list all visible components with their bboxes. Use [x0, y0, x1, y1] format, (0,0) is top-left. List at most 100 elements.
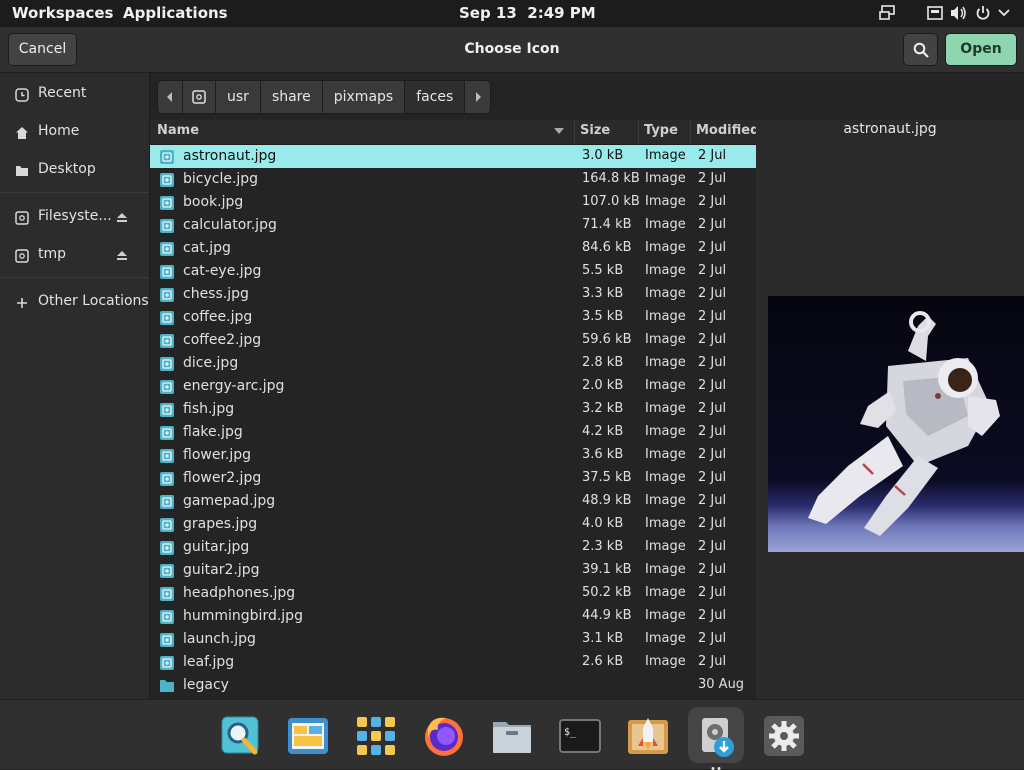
installer-icon [702, 718, 734, 757]
cancel-button[interactable]: Cancel [8, 33, 77, 66]
file-row[interactable]: coffee.jpg 3.5 kB Image 2 Jul [150, 306, 756, 329]
image-file-icon [160, 541, 174, 555]
clock[interactable]: Sep 13 2:49 PM [459, 0, 596, 27]
sidebar-separator [0, 192, 149, 193]
column-header-name[interactable]: Name [157, 123, 199, 138]
file-row[interactable]: launch.jpg 3.1 kB Image 2 Jul [150, 628, 756, 651]
column-header-type[interactable]: Type [644, 123, 678, 138]
search-button[interactable] [903, 33, 938, 66]
image-file-icon [160, 610, 174, 624]
dock-multitasking-app[interactable] [280, 707, 336, 763]
keyboard-icon[interactable] [927, 5, 943, 21]
open-button[interactable]: Open [945, 33, 1017, 66]
sidebar-item-recent[interactable]: Recent [0, 78, 149, 112]
file-size: 50.2 kB [582, 585, 632, 600]
dock-terminal[interactable]: $_ [552, 707, 608, 763]
file-row[interactable]: leaf.jpg 2.6 kB Image 2 Jul [150, 651, 756, 674]
sort-descending-icon[interactable] [554, 128, 564, 135]
path-forward-button[interactable] [465, 80, 492, 114]
file-row[interactable]: bicycle.jpg 164.8 kB Image 2 Jul [150, 168, 756, 191]
dialog-header: Choose Icon Cancel Open [0, 27, 1024, 73]
path-crumb-faces[interactable]: faces [405, 80, 466, 114]
file-name: coffee2.jpg [183, 332, 262, 348]
sidebar-item-other-locations[interactable]: Other Locations [0, 286, 149, 320]
dock-app-launcher[interactable] [620, 707, 676, 763]
sidebar-item-tmp[interactable]: tmp [0, 239, 149, 273]
file-name: flake.jpg [183, 424, 243, 440]
file-modified: 2 Jul [698, 539, 727, 554]
dock-settings[interactable] [756, 707, 812, 763]
sidebar-item-label: Desktop [38, 161, 96, 177]
drive-icon [15, 249, 29, 263]
path-back-button[interactable] [157, 80, 183, 114]
workspaces-button[interactable]: Workspaces [12, 0, 113, 27]
file-row[interactable]: hummingbird.jpg 44.9 kB Image 2 Jul [150, 605, 756, 628]
column-header-size[interactable]: Size [580, 123, 610, 138]
eject-icon[interactable] [116, 212, 128, 223]
dock-files[interactable] [484, 707, 540, 763]
column-separator [690, 120, 691, 144]
file-size: 39.1 kB [582, 562, 632, 577]
file-row[interactable]: guitar2.jpg 39.1 kB Image 2 Jul [150, 559, 756, 582]
file-size: 2.6 kB [582, 654, 624, 669]
path-crumb-share[interactable]: share [260, 80, 323, 114]
dock-installer[interactable] [688, 707, 744, 770]
file-size: 4.2 kB [582, 424, 624, 439]
file-name: grapes.jpg [183, 516, 258, 532]
file-modified: 2 Jul [698, 332, 727, 347]
file-row[interactable]: guitar.jpg 2.3 kB Image 2 Jul [150, 536, 756, 559]
file-name: energy-arc.jpg [183, 378, 285, 394]
file-row[interactable]: grapes.jpg 4.0 kB Image 2 Jul [150, 513, 756, 536]
file-type: Image [645, 263, 686, 278]
file-row[interactable]: coffee2.jpg 59.6 kB Image 2 Jul [150, 329, 756, 352]
image-file-icon [160, 288, 174, 302]
volume-icon[interactable] [950, 5, 968, 21]
file-row[interactable]: fish.jpg 3.2 kB Image 2 Jul [150, 398, 756, 421]
file-name: guitar2.jpg [183, 562, 260, 578]
file-type: Image [645, 539, 686, 554]
file-name: calculator.jpg [183, 217, 277, 233]
chevron-down-icon[interactable] [998, 9, 1010, 17]
file-row[interactable]: chess.jpg 3.3 kB Image 2 Jul [150, 283, 756, 306]
file-type: Image [645, 585, 686, 600]
eject-icon[interactable] [116, 250, 128, 261]
file-row[interactable]: book.jpg 107.0 kB Image 2 Jul [150, 191, 756, 214]
sidebar-item-home[interactable]: Home [0, 116, 149, 150]
file-row[interactable]: cat-eye.jpg 5.5 kB Image 2 Jul [150, 260, 756, 283]
file-size: 3.6 kB [582, 447, 624, 462]
column-header-modified[interactable]: Modified [696, 123, 759, 138]
dock-firefox[interactable] [416, 707, 472, 763]
file-name: cat.jpg [183, 240, 231, 256]
folder-row[interactable]: legacy 30 Aug [150, 674, 756, 697]
sidebar-item-desktop[interactable]: Desktop [0, 154, 149, 188]
file-row[interactable]: calculator.jpg 71.4 kB Image 2 Jul [150, 214, 756, 237]
dock-search-app[interactable] [212, 707, 268, 763]
file-row[interactable]: flower.jpg 3.6 kB Image 2 Jul [150, 444, 756, 467]
file-modified: 2 Jul [698, 470, 727, 485]
image-file-icon [160, 656, 174, 670]
file-row[interactable]: flower2.jpg 37.5 kB Image 2 Jul [150, 467, 756, 490]
file-row[interactable]: flake.jpg 4.2 kB Image 2 Jul [150, 421, 756, 444]
image-file-icon [160, 587, 174, 601]
terminal-icon: $_ [559, 719, 601, 753]
home-icon [15, 126, 29, 140]
file-modified: 2 Jul [698, 631, 727, 646]
file-row[interactable]: cat.jpg 84.6 kB Image 2 Jul [150, 237, 756, 260]
dock-app-grid[interactable] [348, 707, 404, 763]
file-name: dice.jpg [183, 355, 239, 371]
power-icon[interactable] [975, 5, 991, 21]
path-crumb-pixmaps[interactable]: pixmaps [322, 80, 406, 114]
file-row[interactable]: gamepad.jpg 48.9 kB Image 2 Jul [150, 490, 756, 513]
file-modified: 2 Jul [698, 309, 727, 324]
plus-icon [15, 296, 29, 310]
file-row[interactable]: energy-arc.jpg 2.0 kB Image 2 Jul [150, 375, 756, 398]
path-root-button[interactable] [183, 80, 216, 114]
file-row[interactable]: astronaut.jpg 3.0 kB Image 2 Jul [150, 145, 756, 168]
image-file-icon [160, 196, 174, 210]
sidebar-item-filesystem[interactable]: Filesyste... [0, 201, 149, 235]
path-crumb-usr[interactable]: usr [216, 80, 261, 114]
file-row[interactable]: dice.jpg 2.8 kB Image 2 Jul [150, 352, 756, 375]
applications-button[interactable]: Applications [123, 0, 228, 27]
display-icon[interactable] [879, 5, 897, 21]
file-row[interactable]: headphones.jpg 50.2 kB Image 2 Jul [150, 582, 756, 605]
